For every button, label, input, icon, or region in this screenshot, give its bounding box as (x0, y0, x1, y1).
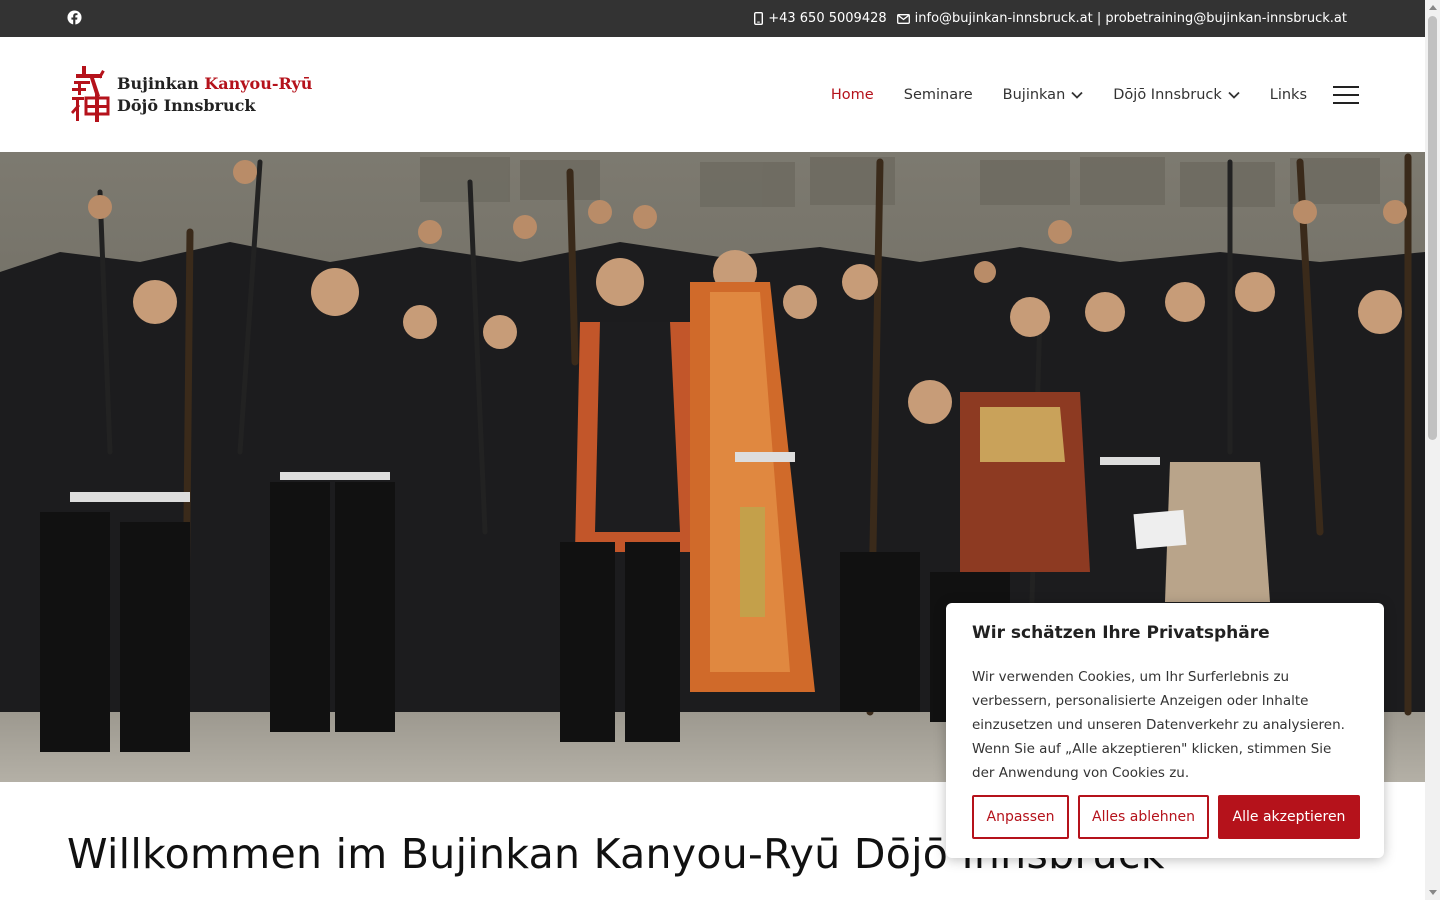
logo-line-2: Dōjō Innsbruck (117, 96, 256, 115)
logo-line-1: Bujinkan Kanyou-Ryū (117, 74, 312, 93)
contact-info: +43 650 5009428 info@bujinkan-innsbruck.… (754, 0, 1347, 37)
nav-item-links[interactable]: Links (1270, 87, 1307, 103)
chevron-down-icon (1071, 87, 1083, 103)
main-navigation: Home Seminare Bujinkan Dōjō Innsbruck Li… (801, 37, 1359, 152)
nav-item-dojo-innsbruck[interactable]: Dōjō Innsbruck (1113, 86, 1240, 103)
phone-link[interactable]: +43 650 5009428 (754, 11, 887, 26)
cookie-banner-title: Wir schätzen Ihre Privatsphäre (972, 623, 1270, 643)
nav-label: Home (830, 86, 874, 103)
bujinkan-emblem-icon (71, 66, 110, 122)
top-bar: +43 650 5009428 info@bujinkan-innsbruck.… (0, 0, 1425, 37)
nav-label: Links (1269, 86, 1307, 103)
chevron-down-icon (1228, 87, 1240, 103)
page-scrollbar[interactable] (1425, 0, 1440, 900)
cookie-consent-banner: Wir schätzen Ihre Privatsphäre Wir verwe… (946, 603, 1384, 858)
nav-label: Seminare (903, 86, 973, 103)
site-header: Bujinkan Kanyou-Ryū Dōjō Innsbruck Home … (0, 37, 1425, 152)
phone-icon (754, 12, 764, 25)
nav-item-home[interactable]: Home (831, 87, 874, 103)
nav-item-seminare[interactable]: Seminare (904, 87, 973, 103)
cookie-banner-buttons: Anpassen Alles ablehnen Alle akzeptieren (972, 795, 1360, 839)
reject-all-button[interactable]: Alles ablehnen (1078, 795, 1209, 839)
nav-label: Dōjō Innsbruck (1113, 86, 1222, 103)
logo-word-kanyou-ryu: Kanyou-Ryū (204, 74, 313, 93)
cookie-banner-text: Wir verwenden Cookies, um Ihr Surferlebn… (972, 669, 1345, 781)
nav-item-bujinkan[interactable]: Bujinkan (1003, 87, 1084, 103)
scrollbar-thumb[interactable] (1428, 16, 1437, 440)
hamburger-menu-icon[interactable] (1333, 85, 1359, 104)
logo-word-bujinkan: Bujinkan (117, 74, 199, 93)
email-addresses: info@bujinkan-innsbruck.at | probetraini… (914, 11, 1347, 26)
site-logo[interactable]: Bujinkan Kanyou-Ryū Dōjō Innsbruck (70, 64, 312, 126)
facebook-icon[interactable] (67, 10, 82, 25)
scroll-down-arrow-icon[interactable] (1429, 890, 1437, 895)
phone-number: +43 650 5009428 (768, 11, 887, 26)
email-link[interactable]: info@bujinkan-innsbruck.at | probetraini… (896, 11, 1347, 26)
scroll-up-arrow-icon[interactable] (1429, 5, 1437, 10)
customize-button[interactable]: Anpassen (972, 795, 1069, 839)
accept-all-button[interactable]: Alle akzeptieren (1218, 795, 1360, 839)
envelope-icon (896, 13, 910, 24)
nav-label: Bujinkan (1002, 86, 1066, 103)
